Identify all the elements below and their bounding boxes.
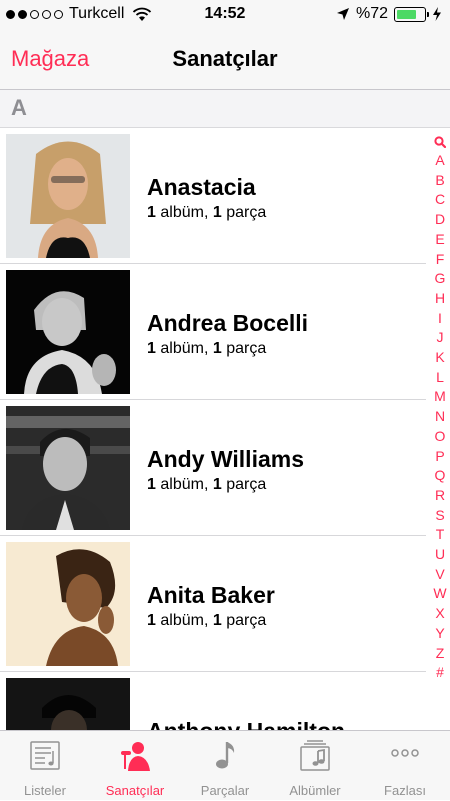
index-letter[interactable]: F [430, 251, 450, 267]
album-count: 1 [147, 612, 156, 629]
tab-bar: Listeler Sanatçılar Parçalar Albümler Fa… [0, 730, 450, 800]
navigation-bar: Mağaza Sanatçılar [0, 30, 450, 90]
artist-thumbnail [6, 542, 130, 666]
album-word: albüm, [160, 340, 209, 357]
index-letter[interactable]: # [430, 664, 450, 680]
index-letter[interactable]: Z [430, 645, 450, 661]
artist-name: Andy Williams [147, 446, 304, 472]
index-letter[interactable]: C [430, 191, 450, 207]
artist-row[interactable]: Andrea Bocelli 1 albüm, 1 parça [0, 264, 426, 400]
artist-name: Anthony Hamilton [147, 718, 345, 730]
artist-name: Anastacia [147, 174, 256, 200]
tab-label: Sanatçılar [105, 783, 165, 798]
artist-name: Anita Baker [147, 582, 275, 608]
index-letter[interactable]: E [430, 231, 450, 247]
album-count: 1 [147, 204, 156, 221]
track-count: 1 [212, 340, 222, 357]
album-word: albüm, [160, 204, 209, 221]
tab-fazlasi[interactable]: Fazlası [360, 731, 450, 801]
index-letter[interactable]: R [430, 487, 450, 503]
tab-sanatcilar[interactable]: Sanatçılar [90, 731, 180, 801]
album-count: 1 [147, 340, 156, 357]
artist-row[interactable]: Anthony Hamilton [0, 672, 426, 730]
artist-thumbnail [6, 678, 130, 730]
artist-summary: 1 albüm, 1 parça [147, 204, 266, 222]
tab-label: Albümler [289, 783, 341, 798]
track-count: 1 [212, 476, 222, 493]
index-letter[interactable]: Q [430, 467, 450, 483]
index-letter[interactable]: V [430, 566, 450, 582]
music-note-icon [216, 742, 235, 769]
tab-label: Fazlası [384, 783, 426, 798]
index-letter[interactable]: O [430, 428, 450, 444]
artist-thumbnail [6, 406, 130, 530]
album-word: albüm, [160, 612, 209, 629]
index-letter[interactable]: T [430, 526, 450, 542]
artist-thumbnail [6, 134, 130, 258]
index-letter[interactable]: B [430, 172, 450, 188]
artist-name: Andrea Bocelli [147, 310, 309, 336]
index-letter[interactable]: N [430, 408, 450, 424]
artist-summary: 1 albüm, 1 parça [147, 476, 266, 494]
battery-icon [394, 6, 429, 22]
track-count: 1 [212, 612, 222, 629]
section-letter: A [11, 95, 27, 120]
status-bar: Turkcell 14:52 %72 [0, 0, 450, 30]
artist-row[interactable]: Anastacia 1 albüm, 1 parça [0, 128, 426, 264]
index-letter[interactable]: W [430, 585, 450, 601]
track-count: 1 [212, 204, 222, 221]
tab-label: Parçalar [200, 783, 250, 798]
status-right: %72 [336, 5, 442, 23]
battery-percent: %72 [355, 5, 388, 22]
index-letter[interactable]: A [430, 152, 450, 168]
microphone-artist-icon [121, 742, 150, 771]
artist-list[interactable]: Anastacia 1 albüm, 1 parça Andrea Bocell… [0, 128, 426, 730]
artist-row[interactable]: Anita Baker 1 albüm, 1 parça [0, 536, 426, 672]
track-word: parça [226, 612, 267, 629]
battery-cap [427, 11, 429, 17]
index-letter[interactable]: X [430, 605, 450, 621]
index-search-icon[interactable] [434, 136, 446, 148]
track-word: parça [226, 204, 267, 221]
charging-bolt-icon [433, 7, 441, 21]
artist-summary: 1 albüm, 1 parça [147, 612, 266, 630]
index-letter[interactable]: K [430, 349, 450, 365]
tab-parcalar[interactable]: Parçalar [180, 731, 270, 801]
battery-level [397, 9, 416, 19]
index-letter[interactable]: M [430, 388, 450, 404]
playlist-icon [30, 741, 60, 770]
track-word: parça [226, 340, 267, 357]
index-letter[interactable]: L [430, 369, 450, 385]
index-letter[interactable]: P [430, 448, 450, 464]
track-word: parça [226, 476, 267, 493]
alphabet-index[interactable]: A B C D E F G H I J K L M N O P Q R S T U V W X Y Z # [430, 134, 450, 690]
tab-listeler[interactable]: Listeler [0, 731, 90, 801]
tab-label: Listeler [24, 783, 66, 798]
artist-thumbnail [6, 270, 130, 394]
album-word: albüm, [160, 476, 209, 493]
index-letter[interactable]: Y [430, 625, 450, 641]
artist-row[interactable]: Andy Williams 1 albüm, 1 parça [0, 400, 426, 536]
index-letter[interactable]: S [430, 507, 450, 523]
index-letter[interactable]: U [430, 546, 450, 562]
index-letter[interactable]: D [430, 211, 450, 227]
index-letter[interactable]: G [430, 270, 450, 286]
artist-summary: 1 albüm, 1 parça [147, 340, 266, 358]
location-arrow-icon [336, 8, 349, 20]
index-letter[interactable]: I [430, 310, 450, 326]
tab-albumler[interactable]: Albümler [270, 731, 360, 801]
album-stack-icon [300, 740, 330, 771]
section-header: A [0, 90, 450, 128]
index-letter[interactable]: H [430, 290, 450, 306]
album-count: 1 [147, 476, 156, 493]
page-title: Sanatçılar [172, 46, 278, 71]
index-letter[interactable]: J [430, 329, 450, 345]
more-dots-icon [391, 749, 419, 757]
